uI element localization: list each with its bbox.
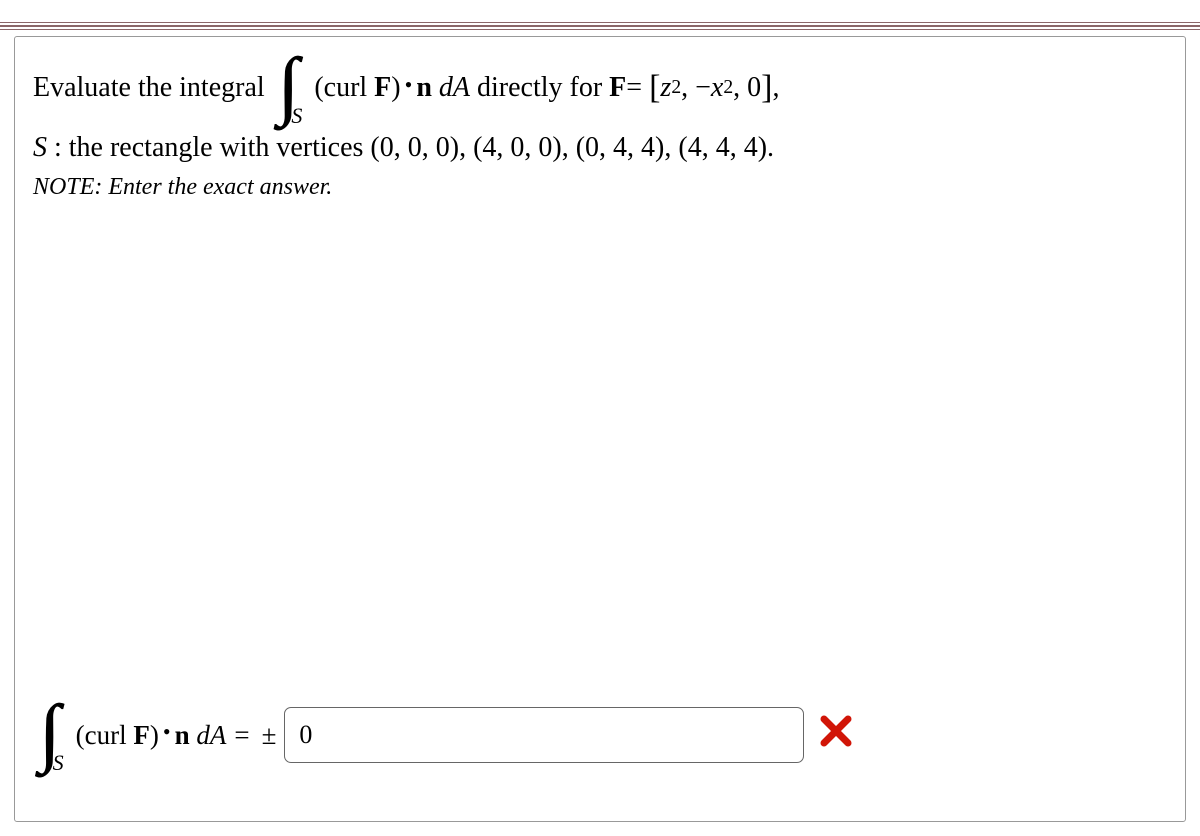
comma-zero: , 0 bbox=[733, 72, 761, 104]
problem-statement-line: Evaluate the integral ∫∫ S (curl F ) • n… bbox=[33, 61, 1167, 114]
directly-for: directly for bbox=[470, 72, 609, 104]
bracket-close: ] bbox=[761, 69, 772, 107]
dA: dA bbox=[432, 72, 470, 104]
vector-F-answer: F bbox=[133, 720, 150, 751]
double-integral-S-answer: ∫∫ S bbox=[39, 708, 70, 761]
integral-symbol-answer: ∫∫ bbox=[39, 706, 41, 759]
domain-colon-text: : the rectangle with vertices bbox=[54, 132, 370, 163]
answer-integral-expr: ∫∫ S (curl F ) • n dA = ± bbox=[33, 708, 284, 761]
vertices-list: (0, 0, 0), (4, 0, 0), (0, 4, 4), (4, 4, … bbox=[370, 132, 774, 163]
integral-symbol: ∫∫ bbox=[278, 59, 280, 112]
incorrect-icon bbox=[818, 710, 854, 760]
normal-n: n bbox=[416, 72, 432, 104]
trailing-comma: , bbox=[772, 72, 779, 104]
close-paren: ) bbox=[391, 72, 400, 104]
answer-row: ∫∫ S (curl F ) • n dA = ± 0 bbox=[33, 707, 1167, 763]
curl-open: (curl bbox=[314, 72, 374, 104]
S-symbol: S bbox=[33, 132, 47, 163]
answer-input-value: 0 bbox=[299, 720, 312, 750]
note-line: NOTE: Enter the exact answer. bbox=[33, 174, 1167, 201]
intro-text: Evaluate the integral bbox=[33, 72, 272, 104]
normal-n-answer: n bbox=[175, 720, 190, 751]
z-var: z bbox=[660, 72, 671, 104]
integral-subscript-answer: S bbox=[53, 750, 64, 776]
problem-card: Evaluate the integral ∫∫ S (curl F ) • n… bbox=[14, 36, 1186, 822]
dA-eq: dA = bbox=[190, 720, 258, 751]
double-integral-S: ∫∫ S bbox=[278, 61, 309, 114]
integral-subscript: S bbox=[291, 103, 302, 129]
domain-line: S : the rectangle with vertices (0, 0, 0… bbox=[33, 132, 1167, 164]
dot-product-answer: • bbox=[163, 719, 171, 745]
bracket-open: [ bbox=[649, 69, 660, 107]
vector-F: F bbox=[374, 72, 391, 104]
x-var: x bbox=[711, 72, 723, 104]
dot-product: • bbox=[405, 72, 413, 98]
equals-sign: = bbox=[626, 72, 649, 104]
answer-input[interactable]: 0 bbox=[284, 707, 804, 763]
plus-minus: ± bbox=[262, 720, 277, 751]
close-paren-answer: ) bbox=[150, 720, 159, 751]
comma-neg: , − bbox=[681, 72, 711, 104]
curl-open-answer: (curl bbox=[76, 720, 134, 751]
F-lhs: F bbox=[609, 72, 626, 104]
top-double-rule bbox=[0, 22, 1200, 30]
